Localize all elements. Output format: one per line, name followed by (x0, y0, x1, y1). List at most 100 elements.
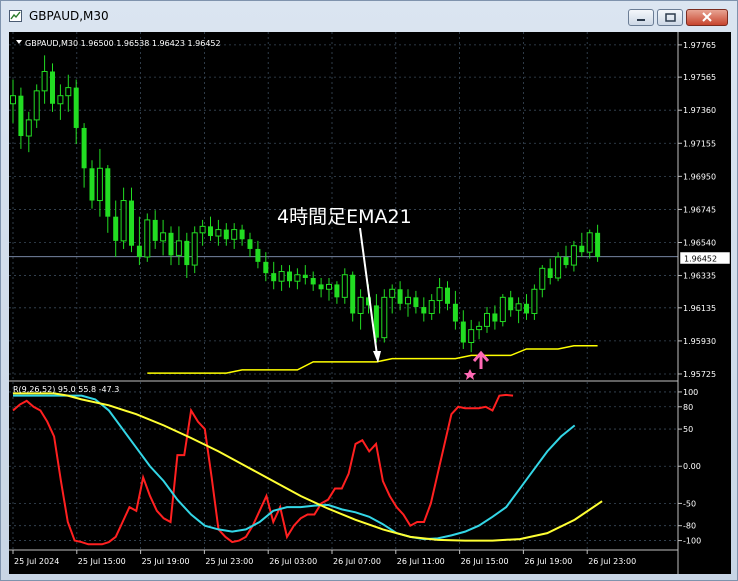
price-label: 1.97765 (683, 41, 716, 50)
candle-body-up (144, 219, 151, 258)
candle-body-down (595, 232, 601, 258)
candle-body-down (302, 274, 308, 278)
candle-body-up (570, 245, 577, 266)
candle-body-up (10, 95, 16, 105)
candle-body-down (547, 268, 553, 278)
rci-label: -50 (683, 499, 696, 508)
candle-body-up (96, 167, 103, 202)
rci-short-line (12, 393, 514, 546)
candle-body-up (586, 232, 593, 253)
minimize-button[interactable] (628, 9, 654, 26)
candle-body-down (318, 284, 324, 290)
time-label: 26 Jul 19:00 (524, 557, 572, 566)
price-label: 1.96950 (683, 172, 716, 181)
chart-area[interactable]: 25 Jul 2024 25 Jul 15:00 25 Jul 19:00 25 Ju… (9, 32, 731, 574)
time-label: 26 Jul 03:00 (269, 557, 317, 566)
axis-layer: 25 Jul 2024 25 Jul 15:00 25 Jul 19:00 25 Ju… (12, 41, 716, 566)
price-label: 1.95930 (683, 337, 716, 346)
rci-label: 100 (683, 388, 698, 397)
time-label: 25 Jul 2024 (14, 557, 59, 566)
price-label: 1.97565 (683, 73, 716, 82)
buy-signal-icon (464, 350, 490, 380)
candle-body-down (239, 229, 245, 240)
candle-body-up (468, 329, 475, 344)
candle-body-down (18, 95, 24, 137)
candle-body-up (231, 229, 238, 240)
candle-body-up (294, 274, 301, 282)
price-chart-svg[interactable]: 25 Jul 2024 25 Jul 15:00 25 Jul 19:00 25 Ju… (9, 32, 731, 574)
current-price-tag: 1.96452 (679, 251, 731, 265)
candle-body-down (421, 307, 427, 314)
candle-body-down (136, 245, 142, 258)
candle-body-down (152, 219, 158, 241)
candle-body-down (350, 274, 356, 314)
candle-body-up (25, 119, 32, 137)
candle-body-down (310, 277, 316, 285)
candle-body-up (381, 296, 388, 339)
price-label: 1.96135 (683, 304, 716, 313)
candle-body-up (120, 200, 127, 242)
time-label: 26 Jul 23:00 (588, 557, 636, 566)
title-bar[interactable]: GBPAUD,M30 (1, 1, 737, 31)
candle-body-down (50, 71, 55, 104)
price-label: 1.97155 (683, 139, 716, 148)
maximize-button[interactable] (657, 9, 683, 26)
candle-body-down (184, 240, 190, 266)
candle-body-down (129, 200, 134, 246)
candle-body-up (484, 312, 490, 327)
rci-long-line (13, 392, 603, 542)
candle-body-up (57, 95, 64, 105)
ema-layer (147, 344, 598, 374)
candle-body-up (499, 296, 506, 323)
candle-body-down (73, 87, 79, 128)
price-label: 1.96335 (683, 272, 716, 281)
rci-mid-line (13, 394, 576, 541)
candle-body-up (215, 229, 222, 237)
ema-line (147, 344, 598, 374)
candle-body-up (436, 287, 443, 302)
rci-label: -80 (683, 522, 696, 531)
restore-icon (665, 13, 676, 22)
candle-body-down (413, 297, 419, 308)
candle-body-down (263, 261, 269, 274)
candle-body-down (460, 321, 466, 343)
candle-body-up (65, 87, 72, 97)
candle-body-up (33, 90, 40, 121)
candle-body-down (208, 226, 213, 237)
candle-body-up (357, 296, 364, 314)
chart-window: GBPAUD,M30 25 Jul 2024 25 Jul 15:00 25 Jul… (0, 0, 738, 581)
price-label: 1.96745 (683, 205, 716, 214)
chart-app-icon (9, 10, 22, 22)
candle-body-up (326, 283, 332, 290)
time-label: 26 Jul 11:00 (397, 557, 445, 566)
candle-body-down (223, 229, 229, 240)
candle-body-up (389, 288, 396, 298)
close-button[interactable] (686, 9, 728, 26)
close-icon (702, 12, 712, 22)
candle-body-down (445, 287, 450, 304)
candle-body-up (531, 288, 538, 314)
candle-body-down (287, 271, 292, 282)
candle-body-down (247, 239, 253, 249)
rci-label: 0.00 (683, 462, 701, 471)
candle-body-down (105, 168, 111, 217)
candle-body-up (191, 232, 198, 266)
time-label: 26 Jul 07:00 (333, 557, 381, 566)
candle-body-up (555, 256, 562, 279)
candle-body-up (160, 232, 167, 242)
candle-body-up (405, 296, 411, 305)
time-label: 25 Jul 15:00 (78, 557, 126, 566)
candle-body-down (397, 289, 403, 304)
candle-body-down (255, 248, 261, 262)
ema-annotation: 4時間足EMA21 (277, 206, 412, 228)
candle-body-down (579, 245, 585, 253)
candle-body-up (428, 300, 435, 314)
window-title: GBPAUD,M30 (29, 9, 109, 23)
candle-body-down (271, 273, 277, 282)
candle-body-up (175, 240, 182, 256)
price-label: 1.96540 (683, 238, 716, 247)
dropdown-triangle-icon[interactable] (16, 40, 22, 44)
candle-body-down (452, 303, 458, 322)
time-label: 26 Jul 15:00 (461, 557, 509, 566)
price-label: 1.95725 (683, 370, 716, 379)
